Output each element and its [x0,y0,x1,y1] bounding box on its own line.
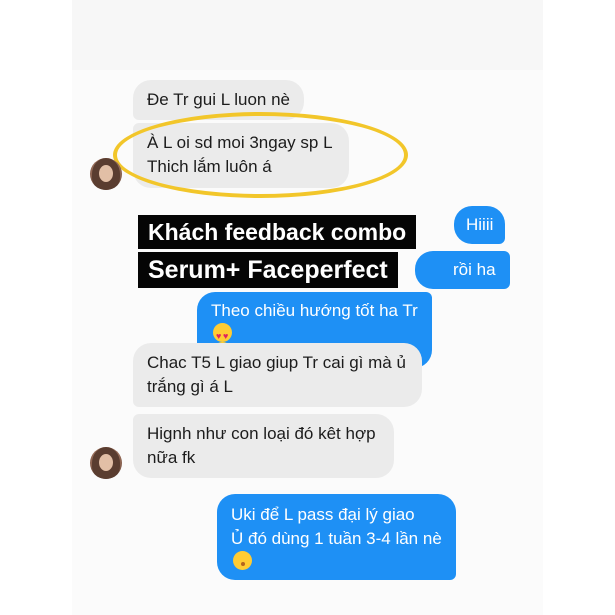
highlight-circle [113,112,408,198]
message-text: Uki để L pass đại lý giao [231,505,415,524]
message-text: trắng gì á L [147,377,234,396]
incoming-message[interactable]: Chac T5 L giao giup Tr cai gì mà ủ trắng… [133,343,422,407]
kiss-emoji-icon [233,551,252,570]
message-text: Hiiii [466,215,494,234]
outgoing-message[interactable]: Hiiii [454,206,506,244]
message-text: Chac T5 L giao giup Tr cai gì mà ủ [147,353,406,372]
message-text: Đe Tr gui L luon nè [147,90,291,109]
outgoing-message[interactable]: rồi ha [415,251,510,289]
message-text: nữa fk [147,448,196,467]
contact-avatar[interactable] [90,158,122,190]
outgoing-message[interactable]: Uki để L pass đại lý giao Ủ đó dùng 1 tu… [217,494,456,580]
incoming-message[interactable]: Hignh như con loại đó kêt hợp nữa fk [133,414,394,478]
chat-header-area [72,0,543,70]
feedback-caption-line-1: Khách feedback combo [138,215,417,249]
heart-eyes-emoji-icon [213,323,232,348]
feedback-caption-line-2: Serum+ Faceperfect [138,252,398,288]
message-text: rồi ha [453,260,496,279]
contact-avatar[interactable] [90,447,122,479]
message-text: Hignh như con loại đó kêt hợp [147,424,376,443]
message-text: Ủ đó dùng 1 tuần 3-4 lần nè [231,527,442,570]
